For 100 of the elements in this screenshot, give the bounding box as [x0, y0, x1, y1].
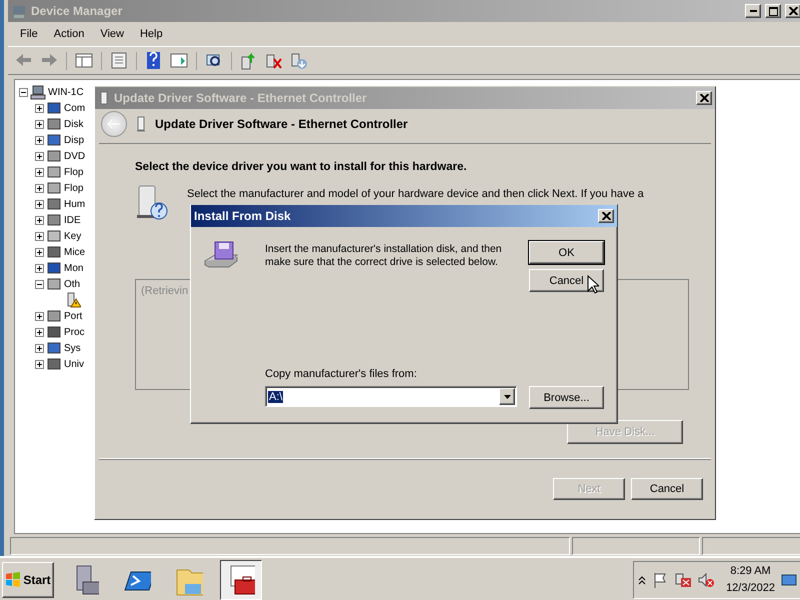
maximize-button[interactable]	[765, 4, 781, 18]
expand-toggle[interactable]	[35, 120, 44, 128]
plus-icon	[37, 330, 42, 334]
computer-icon	[30, 84, 46, 100]
expand-toggle[interactable]	[35, 216, 44, 224]
menu-item[interactable]: Help	[132, 26, 171, 42]
device-icon	[46, 324, 62, 340]
tree-item[interactable]: Key	[64, 230, 82, 242]
panel-icon[interactable]	[74, 50, 94, 70]
cancel-button[interactable]: Cancel	[631, 478, 703, 500]
device-icon	[46, 228, 62, 244]
chevron-up-icon[interactable]	[638, 575, 646, 585]
pane-icon[interactable]	[169, 50, 189, 70]
path-combo-box[interactable]: A:\	[265, 386, 517, 407]
plus-icon	[37, 186, 42, 190]
expand-toggle[interactable]	[35, 248, 44, 256]
device-icon	[46, 148, 62, 164]
tree-item[interactable]: IDE	[64, 214, 81, 226]
tree-item[interactable]: Mice	[64, 246, 86, 258]
device-icon	[46, 260, 62, 276]
tree-item[interactable]: Com	[64, 102, 86, 114]
tree-item[interactable]: Hum	[64, 198, 86, 210]
tree-item[interactable]: Proc	[64, 326, 85, 338]
tree-item[interactable]: Flop	[64, 166, 84, 178]
menu-item[interactable]: File	[12, 26, 46, 42]
plus-icon	[37, 234, 42, 238]
dialog-header: Update Driver Software - Ethernet Controller	[155, 117, 408, 131]
tree-item[interactable]: Oth	[64, 278, 80, 290]
expand-toggle[interactable]	[35, 312, 44, 320]
tree-item[interactable]: Sys	[64, 342, 81, 354]
expand-toggle[interactable]	[35, 136, 44, 144]
plus-icon	[37, 122, 42, 126]
taskbar-app-button[interactable]	[220, 560, 262, 600]
menu-item[interactable]: Action	[46, 26, 92, 42]
plus-icon	[37, 106, 42, 110]
browse-button[interactable]: Browse...	[529, 386, 604, 409]
expand-toggle[interactable]	[35, 168, 44, 176]
plus-icon	[37, 250, 42, 254]
tree-item[interactable]: WIN-1C	[48, 86, 84, 98]
list-status-text: (Retrievin	[141, 285, 188, 297]
close-button[interactable]	[598, 209, 614, 223]
expand-toggle[interactable]	[35, 184, 44, 192]
properties-icon[interactable]	[109, 50, 129, 70]
close-button[interactable]	[696, 91, 712, 105]
tree-item[interactable]: Disk	[64, 118, 84, 130]
disable-device-icon[interactable]	[289, 50, 309, 70]
device-icon	[46, 180, 62, 196]
plus-icon	[37, 154, 42, 158]
expand-toggle[interactable]	[35, 328, 44, 336]
copy-from-label: Copy manufacturer's files from:	[265, 368, 418, 382]
device-icon	[46, 356, 62, 372]
expand-toggle[interactable]	[35, 232, 44, 240]
plus-icon	[37, 202, 42, 206]
collapse-toggle[interactable]	[35, 280, 44, 288]
device-icon	[46, 308, 62, 324]
start-button[interactable]: Start	[2, 562, 54, 598]
tree-item[interactable]: Port	[64, 310, 82, 322]
flag-icon[interactable]	[652, 572, 668, 588]
plus-icon	[37, 346, 42, 350]
close-icon	[700, 94, 708, 102]
dropdown-button[interactable]	[499, 388, 515, 405]
device-icon	[46, 164, 62, 180]
minimize-button[interactable]	[745, 4, 761, 18]
network-error-icon[interactable]	[674, 572, 692, 588]
expand-toggle[interactable]	[35, 264, 44, 272]
expand-toggle[interactable]	[35, 200, 44, 208]
tree-item[interactable]: Flop	[64, 182, 84, 194]
close-icon	[602, 212, 610, 220]
install-message: Insert the manufacturer's installation disk, and then make sure that the correct drive is selected below.	[265, 242, 503, 270]
clock-time[interactable]: 8:29 AM	[730, 563, 771, 580]
back-button[interactable]	[101, 111, 127, 137]
tree-item[interactable]: Univ	[64, 358, 84, 370]
menu-item[interactable]: View	[92, 26, 132, 42]
device-icon	[46, 116, 62, 132]
arrow-left-icon	[107, 118, 121, 128]
expand-toggle[interactable]	[35, 344, 44, 352]
maximize-icon	[768, 6, 778, 16]
warning-device-icon[interactable]	[65, 292, 81, 308]
speaker-muted-icon[interactable]	[698, 572, 714, 588]
plus-icon	[37, 362, 42, 366]
tree-item[interactable]: Disp	[64, 134, 84, 146]
device-icon	[46, 340, 62, 356]
device-icon	[46, 100, 62, 116]
clock-date[interactable]: 12/3/2022	[726, 580, 775, 597]
close-button[interactable]	[785, 4, 800, 18]
hardware-help-icon	[135, 185, 169, 221]
cancel-button[interactable]: Cancel	[529, 269, 604, 292]
device-icon	[46, 244, 62, 260]
show-desktop-icon[interactable]	[781, 573, 797, 587]
plus-icon	[37, 266, 42, 270]
collapse-toggle[interactable]	[19, 88, 28, 96]
plus-icon	[37, 218, 42, 222]
tree-item[interactable]: Mon	[64, 262, 84, 274]
tree-item[interactable]: DVD	[64, 150, 86, 162]
device-icon	[135, 115, 147, 133]
expand-toggle[interactable]	[35, 104, 44, 112]
ok-button[interactable]: OK	[529, 241, 604, 264]
plus-icon	[37, 314, 42, 318]
expand-toggle[interactable]	[35, 152, 44, 160]
expand-toggle[interactable]	[35, 360, 44, 368]
